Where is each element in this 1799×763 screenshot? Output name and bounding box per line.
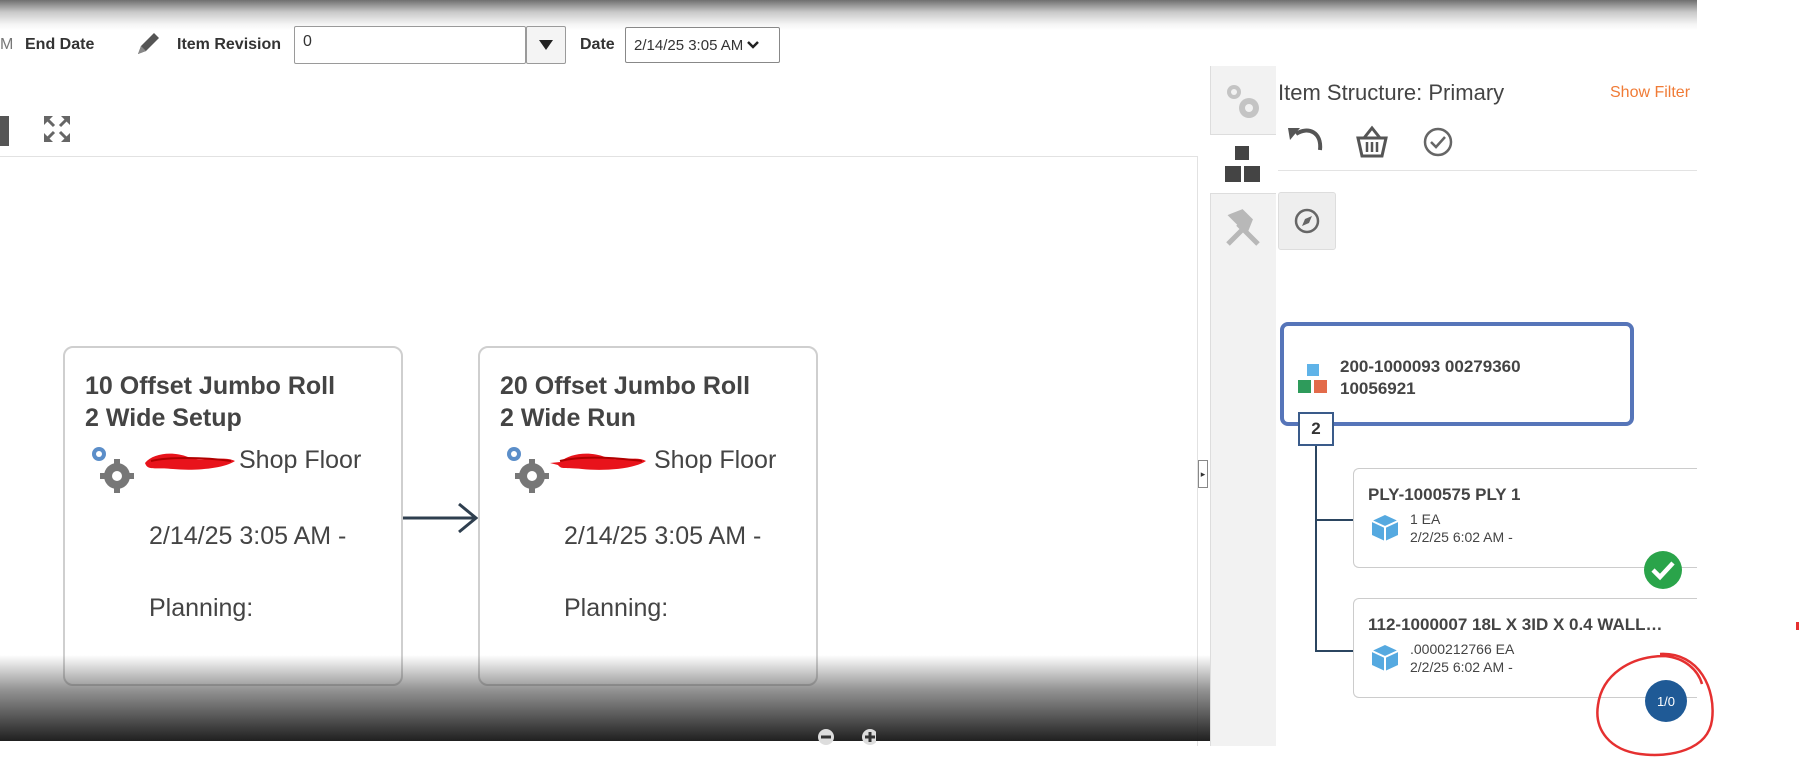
date-label: Date (580, 36, 615, 53)
date-select-value: 2/14/25 3:05 AM (634, 36, 744, 54)
navigate-button[interactable] (1278, 192, 1336, 250)
structure-icon (1225, 146, 1260, 182)
undo-icon[interactable] (1286, 124, 1326, 160)
compass-icon (1294, 208, 1320, 234)
flow-arrow (403, 502, 479, 534)
root-item-label: 200-1000093 00279360 10056921 (1340, 357, 1521, 398)
expand-icon[interactable] (42, 114, 72, 144)
check-circle-icon[interactable] (1418, 124, 1458, 160)
child-item-title: PLY-1000575 PLY 1 (1368, 485, 1521, 504)
tree-connector (1315, 446, 1317, 652)
item-structure-icon (1298, 364, 1330, 394)
operation-card-20[interactable]: 20 Offset Jumbo Roll 2 Wide Run Shop Flo… (478, 346, 818, 686)
operation-card-10[interactable]: 10 Offset Jumbo Roll 2 Wide Setup Shop F… (63, 346, 403, 686)
panel-toolbar-divider (1278, 170, 1697, 171)
gears-icon (85, 444, 141, 496)
truncated-label: M (0, 36, 14, 53)
child-item-title: 112-1000007 18L X 3ID X 0.4 WALL… (1368, 615, 1663, 634)
work-center-name: Shop Floor (239, 446, 362, 474)
operation-date: 2/14/25 3:05 AM - (149, 522, 347, 550)
child-date: 2/2/25 6:02 AM - (1410, 529, 1513, 545)
gears-icon (1227, 85, 1259, 118)
zoom-controls (816, 728, 878, 746)
cube-icon (1370, 513, 1400, 543)
redaction-mark (143, 451, 237, 473)
redaction-mark (550, 451, 648, 473)
header-toolbar: M End Date Item Revision 0 Date 2/14/25 … (0, 22, 1697, 68)
pencil-icon[interactable] (134, 30, 162, 58)
canvas-top-border (0, 156, 1198, 157)
operation-title: 10 Offset Jumbo Roll 2 Wide Setup (85, 372, 336, 432)
annotation-circle (1596, 652, 1714, 757)
item-revision-input[interactable]: 0 (294, 26, 526, 64)
panel-collapse-handle[interactable]: ▸ (1198, 460, 1208, 488)
structure-root-node[interactable]: 200-1000093 00279360 10056921 (1280, 322, 1634, 426)
child-quantity: .0000212766 EA (1410, 641, 1515, 657)
view-toggle-edge[interactable] (0, 116, 9, 146)
show-filter-link[interactable]: Show Filter (1610, 84, 1690, 102)
date-select[interactable]: 2/14/25 3:05 AM (625, 27, 780, 63)
tree-connector (1315, 650, 1353, 652)
checkmark-icon (1643, 550, 1683, 590)
gears-icon (500, 444, 556, 496)
panel-title: Item Structure: Primary (1278, 80, 1505, 105)
tools-rail-tab[interactable] (1210, 200, 1276, 258)
child-quantity: 1 EA (1410, 511, 1441, 527)
operation-planning: Planning: (149, 594, 254, 622)
tree-connector (1315, 519, 1353, 521)
work-center-name: Shop Floor (654, 446, 777, 474)
operation-title: 20 Offset Jumbo Roll 2 Wide Run (500, 372, 751, 432)
item-revision-dropdown-button[interactable] (526, 26, 566, 64)
child-date: 2/2/25 6:02 AM - (1410, 659, 1513, 675)
tools-icon (1226, 209, 1260, 246)
operation-planning: Planning: (564, 594, 669, 622)
operations-rail-tab[interactable] (1210, 72, 1276, 130)
cube-icon (1370, 643, 1400, 673)
child-count-badge[interactable]: 2 (1298, 412, 1334, 446)
structure-rail-tab[interactable] (1210, 134, 1276, 194)
end-date-label: End Date (25, 36, 95, 53)
item-revision-label: Item Revision (177, 36, 282, 53)
basket-icon[interactable] (1352, 124, 1392, 160)
caret-down-icon (539, 40, 553, 50)
operation-date: 2/14/25 3:05 AM - (564, 522, 762, 550)
chevron-down-icon (747, 41, 760, 49)
